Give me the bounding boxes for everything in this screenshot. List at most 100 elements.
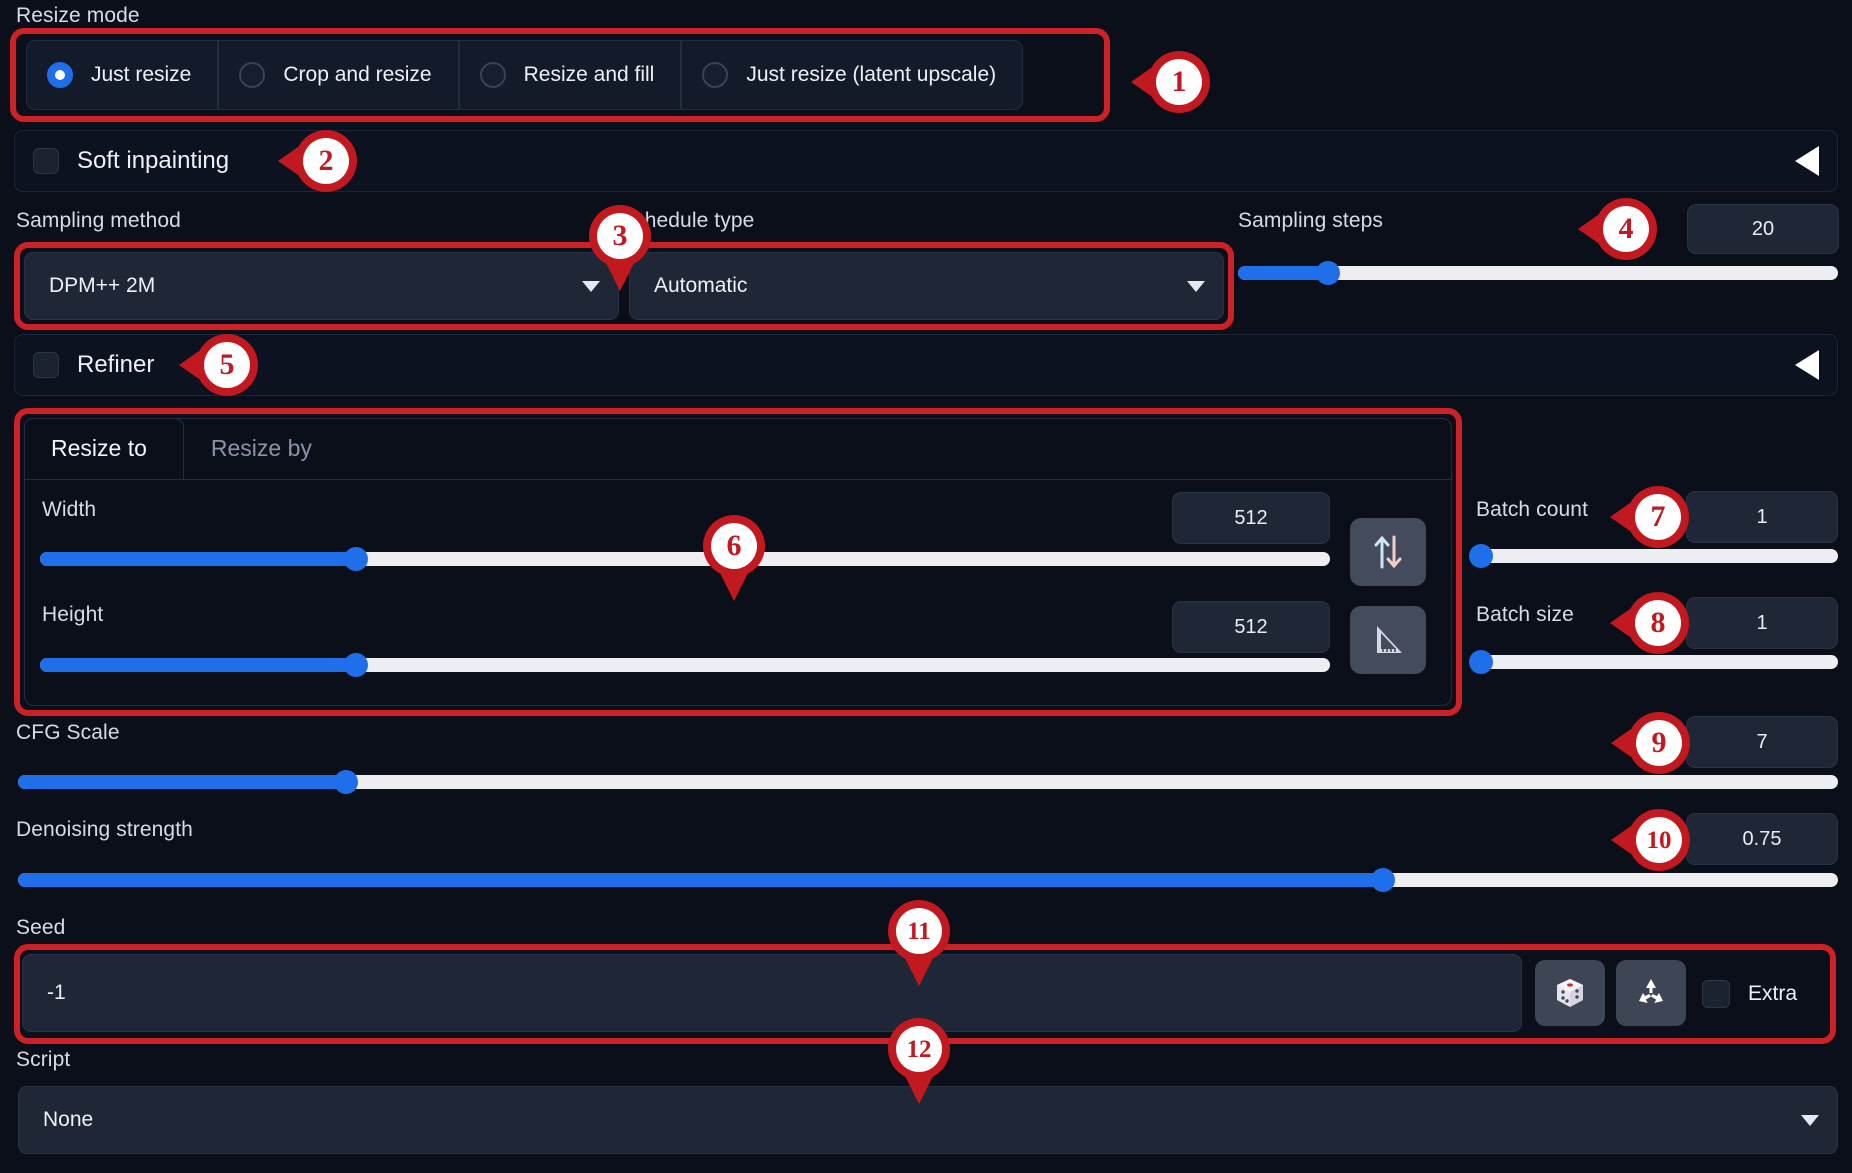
batch-count-slider[interactable] [1469,544,1838,568]
soft-inpainting-checkbox[interactable] [33,148,59,174]
width-number: 512 [1234,506,1268,529]
seed-value: -1 [47,981,66,1004]
radio-unselected-icon [239,62,266,88]
cfg-scale-number: 7 [1756,730,1768,753]
schedule-type-dropdown[interactable]: Automatic [629,252,1224,320]
sampling-method-dropdown[interactable]: DPM++ 2M [24,252,619,320]
width-label: Width [42,498,97,521]
resize-tabs[interactable]: Resize to Resize by [24,418,1452,480]
resize-mode-radio-group[interactable]: Just resize Crop and resize Resize and f… [26,40,1024,110]
radio-label: Resize and fill [523,63,655,86]
seed-input[interactable]: -1 [22,954,1522,1032]
width-slider[interactable] [40,547,1330,571]
callout-marker-5: 5 [179,334,258,396]
slider-fill [18,873,1383,887]
swap-dimensions-button[interactable] [1350,518,1426,586]
slider-fill [40,658,357,672]
chevron-left-icon[interactable] [1795,350,1819,380]
refiner-label: Refiner [77,351,155,378]
detect-aspect-ratio-button[interactable] [1350,606,1426,674]
dice-icon [1557,979,1583,1007]
extra-seed-checkbox[interactable] [1702,980,1730,1008]
slider-thumb[interactable] [1469,544,1493,568]
slider-fill [1238,266,1328,280]
callout-marker-7: 7 [1610,486,1689,548]
cfg-scale-label: CFG Scale [16,721,120,744]
cfg-scale-value[interactable]: 7 [1686,716,1838,768]
sampling-steps-slider[interactable] [1238,261,1838,285]
width-value[interactable]: 512 [1172,492,1330,544]
batch-count-label: Batch count [1476,498,1589,521]
callout-marker-9: 9 [1611,712,1690,774]
slider-thumb[interactable] [1371,868,1395,892]
callout-marker-4: 4 [1578,198,1657,260]
slider-thumb[interactable] [333,770,358,794]
denoising-strength-number: 0.75 [1742,827,1782,850]
denoising-strength-slider[interactable] [18,868,1838,892]
resize-mode-option-just-resize-latent-upscale[interactable]: Just resize (latent upscale) [681,40,1024,110]
radio-unselected-icon [702,62,729,88]
marker-number: 8 [1635,600,1681,646]
slider-thumb[interactable] [1469,650,1493,674]
refiner-accordion[interactable]: Refiner [14,334,1838,396]
resize-mode-label: Resize mode [16,4,140,27]
callout-marker-10: 10 [1611,809,1690,871]
chevron-down-icon[interactable] [1801,1114,1819,1126]
random-seed-button[interactable] [1535,960,1605,1026]
marker-number: 5 [204,342,250,388]
batch-count-number: 1 [1756,505,1768,528]
denoising-strength-value[interactable]: 0.75 [1686,813,1838,865]
schedule-type-value: Automatic [654,274,748,297]
height-label: Height [42,603,104,626]
tab-label: Resize to [51,435,147,461]
cfg-scale-slider[interactable] [18,770,1838,794]
height-slider[interactable] [40,653,1330,677]
tab-resize-by[interactable]: Resize by [184,418,349,479]
batch-size-label: Batch size [1476,603,1574,626]
chevron-left-icon[interactable] [1795,146,1819,176]
callout-marker-8: 8 [1610,592,1689,654]
script-label: Script [16,1048,71,1071]
refiner-checkbox[interactable] [33,352,59,378]
script-value: None [43,1108,94,1131]
img2img-settings-panel: Resize mode Just resize Crop and resize … [0,0,1852,1173]
marker-number: 2 [303,138,349,184]
height-value[interactable]: 512 [1172,601,1330,653]
marker-number: 1 [1156,59,1202,105]
radio-label: Just resize (latent upscale) [746,63,997,86]
callout-marker-12: 12 [888,1018,950,1104]
slider-thumb[interactable] [344,547,369,571]
reuse-seed-button[interactable] [1616,960,1686,1026]
radio-label: Just resize [91,63,192,86]
swap-vertical-icon [1374,535,1402,569]
sampling-method-label: Sampling method [16,209,181,232]
slider-thumb[interactable] [1316,261,1340,285]
callout-marker-11: 11 [888,900,950,986]
marker-number: 7 [1635,494,1681,540]
triangular-ruler-icon [1377,626,1402,653]
batch-size-value[interactable]: 1 [1686,597,1838,649]
radio-label: Crop and resize [283,63,432,86]
sampling-steps-number: 20 [1751,217,1775,240]
marker-number: 12 [896,1026,942,1072]
slider-thumb[interactable] [344,653,369,677]
chevron-down-icon[interactable] [1187,280,1205,292]
callout-marker-6: 6 [703,515,765,601]
marker-number: 11 [896,908,942,954]
callout-marker-1: 1 [1131,51,1210,113]
slider-fill [18,775,346,789]
height-number: 512 [1234,615,1268,638]
denoising-strength-label: Denoising strength [16,818,193,841]
sampling-steps-value[interactable]: 20 [1687,204,1839,254]
radio-selected-icon [47,62,73,88]
resize-mode-option-crop-and-resize[interactable]: Crop and resize [218,40,459,110]
chevron-down-icon[interactable] [582,280,600,292]
extra-seed-label: Extra [1748,982,1798,1005]
tab-resize-to[interactable]: Resize to [24,418,184,479]
batch-size-number: 1 [1756,611,1768,634]
resize-mode-option-resize-and-fill[interactable]: Resize and fill [458,40,682,110]
batch-count-value[interactable]: 1 [1686,491,1838,543]
batch-size-slider[interactable] [1469,650,1838,674]
resize-mode-option-just-resize[interactable]: Just resize [26,40,219,110]
slider-fill [40,552,357,566]
